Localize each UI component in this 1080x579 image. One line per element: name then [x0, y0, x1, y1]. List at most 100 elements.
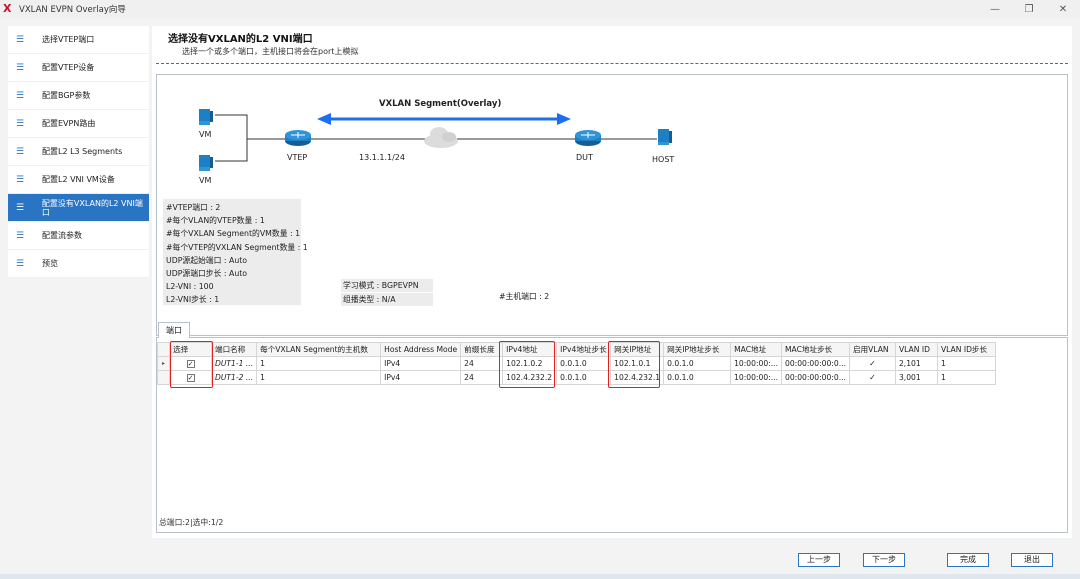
port-name-cell[interactable]: DUT1-1 ...: [210, 356, 258, 371]
tab-ports[interactable]: 端口: [158, 322, 190, 338]
window-title: VXLAN EVPN Overlay向导: [19, 5, 126, 15]
vm-1-icon: [199, 109, 213, 125]
mac-step-cell[interactable]: 00:00:00:00:0...: [780, 356, 850, 371]
vtep-ip-label: 13.1.1.1/24: [359, 153, 405, 162]
column-header[interactable]: VLAN ID: [894, 342, 938, 357]
sidebar-item-l2-l3-segments[interactable]: ☰ 配置L2 L3 Segments: [8, 138, 149, 166]
column-header[interactable]: MAC地址步长: [780, 342, 850, 357]
select-checkbox[interactable]: ✓: [186, 360, 195, 368]
sidebar-item-select-vtep-ports[interactable]: ☰ 选择VTEP端口: [8, 26, 149, 54]
column-header[interactable]: Host Address Mode: [380, 342, 462, 357]
ports-grid-panel: 选择 端口名称 每个VXLAN Segment的主机数 Host Address…: [156, 337, 1068, 533]
stat-line: L2-VNI步长 : 1: [166, 295, 220, 305]
menu-icon: ☰: [16, 62, 25, 73]
overlay-segment-label: VXLAN Segment(Overlay): [379, 99, 502, 109]
ipv4-step-cell[interactable]: 0.0.1.0: [556, 356, 612, 371]
column-header[interactable]: MAC地址: [730, 342, 782, 357]
port-name-cell[interactable]: DUT1-2 ...: [210, 370, 258, 385]
mac-address-cell[interactable]: 10:00:00:...: [730, 370, 782, 385]
window-controls: — ❐ ✕: [978, 0, 1080, 18]
stat-line: #每个VXLAN Segment的VM数量 : 1: [166, 229, 301, 239]
restore-icon[interactable]: ❐: [1012, 0, 1046, 18]
gateway-step-cell[interactable]: 0.0.1.0: [663, 370, 732, 385]
hosts-per-segment-cell[interactable]: 1: [256, 370, 382, 385]
column-header[interactable]: 选择: [169, 342, 212, 357]
table-row[interactable]: ✓ DUT1-2 ... 1 IPv4 24 102.4.232.2 0.0.1…: [157, 370, 996, 385]
prefix-length-cell[interactable]: 24: [460, 356, 504, 371]
main-content: 选择没有VXLAN的L2 VNI端口 选择一个或多个端口，主机接口将会在port…: [152, 26, 1072, 538]
ipv4-address-cell[interactable]: 102.1.0.2: [502, 356, 558, 371]
sidebar-item-label: 配置EVPN路由: [42, 119, 96, 128]
select-checkbox[interactable]: ✓: [186, 374, 195, 382]
vlan-step-cell[interactable]: 1: [936, 370, 996, 385]
gateway-ip-cell[interactable]: 102.4.232.1: [610, 370, 665, 385]
topology-stats: #VTEP端口 : 2 #每个VLAN的VTEP数量 : 1 #每个VXLAN …: [163, 199, 308, 305]
menu-icon: ☰: [16, 202, 25, 213]
mac-address-cell[interactable]: 10:00:00:...: [730, 356, 782, 371]
minimize-icon[interactable]: —: [978, 0, 1012, 18]
vm-link: [215, 114, 248, 162]
column-header[interactable]: 网关IP地址: [610, 342, 665, 357]
stat-line: L2-VNI : 100: [166, 282, 214, 292]
sidebar-item-bgp-params[interactable]: ☰ 配置BGP参数: [8, 82, 149, 110]
finish-button[interactable]: 完成: [947, 553, 989, 567]
menu-icon: ☰: [16, 146, 25, 157]
menu-icon: ☰: [16, 230, 25, 241]
host-label: HOST: [652, 155, 675, 164]
host-address-mode-cell[interactable]: IPv4: [380, 370, 462, 385]
learning-mode: 学习模式 : BGPEVPN: [341, 279, 433, 292]
exit-button[interactable]: 退出: [1011, 553, 1053, 567]
dut-label: DUT: [576, 153, 593, 162]
sidebar-item-vtep-devices[interactable]: ☰ 配置VTEP设备: [8, 54, 149, 82]
menu-icon: ☰: [16, 90, 25, 101]
current-row-marker-icon: ▸: [157, 356, 170, 371]
sidebar-item-l2-vni-ports[interactable]: ☰ 配置没有VXLAN的L2 VNI端口: [8, 194, 149, 222]
gateway-ip-cell[interactable]: 102.1.0.1: [610, 356, 665, 371]
sidebar-item-label: 选择VTEP端口: [42, 35, 95, 44]
sidebar-item-label: 配置流参数: [42, 231, 82, 240]
app-logo-icon: X: [3, 2, 12, 15]
host-address-mode-cell[interactable]: IPv4: [380, 356, 462, 371]
enable-vlan-checkbox[interactable]: ✓: [868, 359, 876, 369]
column-header[interactable]: 网关IP地址步长: [663, 342, 732, 357]
vlan-id-cell[interactable]: 3,001: [894, 370, 938, 385]
column-header[interactable]: 启用VLAN: [848, 342, 896, 357]
row-header-corner: [157, 342, 170, 357]
select-cell[interactable]: ✓: [169, 370, 212, 385]
network-cloud-icon: [424, 127, 458, 148]
hosts-per-segment-cell[interactable]: 1: [256, 356, 382, 371]
menu-icon: ☰: [16, 258, 25, 269]
column-header[interactable]: IPv4地址步长: [556, 342, 612, 357]
sidebar-item-preview[interactable]: ☰ 预览: [8, 250, 149, 278]
wizard-step-list: ☰ 选择VTEP端口 ☰ 配置VTEP设备 ☰ 配置BGP参数 ☰ 配置EVPN…: [8, 26, 149, 278]
enable-vlan-cell[interactable]: ✓: [848, 356, 896, 371]
ipv4-step-cell[interactable]: 0.0.1.0: [556, 370, 612, 385]
previous-button[interactable]: 上一步: [798, 553, 840, 567]
mac-step-cell[interactable]: 00:00:00:00:0...: [780, 370, 850, 385]
vlan-step-cell[interactable]: 1: [936, 356, 996, 371]
table-row[interactable]: ▸ ✓ DUT1-1 ... 1 IPv4 24 102.1.0.2 0.0.1…: [157, 356, 996, 371]
column-header[interactable]: VLAN ID步长: [936, 342, 996, 357]
sidebar-item-stream-params[interactable]: ☰ 配置流参数: [8, 222, 149, 250]
gateway-step-cell[interactable]: 0.0.1.0: [663, 356, 732, 371]
enable-vlan-checkbox[interactable]: ✓: [868, 373, 876, 383]
menu-icon: ☰: [16, 174, 25, 185]
sidebar-item-label: 配置没有VXLAN的L2 VNI端口: [41, 198, 143, 217]
title-bar: X VXLAN EVPN Overlay向导 — ❐ ✕: [0, 0, 1080, 18]
sidebar-item-l2-vni-vm[interactable]: ☰ 配置L2 VNI VM设备: [8, 166, 149, 194]
enable-vlan-cell[interactable]: ✓: [848, 370, 896, 385]
page-title: 选择没有VXLAN的L2 VNI端口: [168, 34, 313, 45]
column-header[interactable]: IPv4地址: [502, 342, 558, 357]
ipv4-address-cell[interactable]: 102.4.232.2: [502, 370, 558, 385]
close-icon[interactable]: ✕: [1046, 0, 1080, 18]
vlan-id-cell[interactable]: 2,101: [894, 356, 938, 371]
column-header[interactable]: 端口名称: [210, 342, 258, 357]
column-header[interactable]: 每个VXLAN Segment的主机数: [256, 342, 382, 357]
select-cell[interactable]: ✓: [169, 356, 212, 371]
host-port-count: #主机端口 : 2: [497, 290, 575, 303]
next-button[interactable]: 下一步: [863, 553, 905, 567]
sidebar-item-evpn-routes[interactable]: ☰ 配置EVPN路由: [8, 110, 149, 138]
topology-diagram: VM VM VXLAN Segment(Overlay) VTEP 13.1.1…: [156, 74, 1068, 336]
column-header[interactable]: 前缀长度: [460, 342, 504, 357]
prefix-length-cell[interactable]: 24: [460, 370, 504, 385]
